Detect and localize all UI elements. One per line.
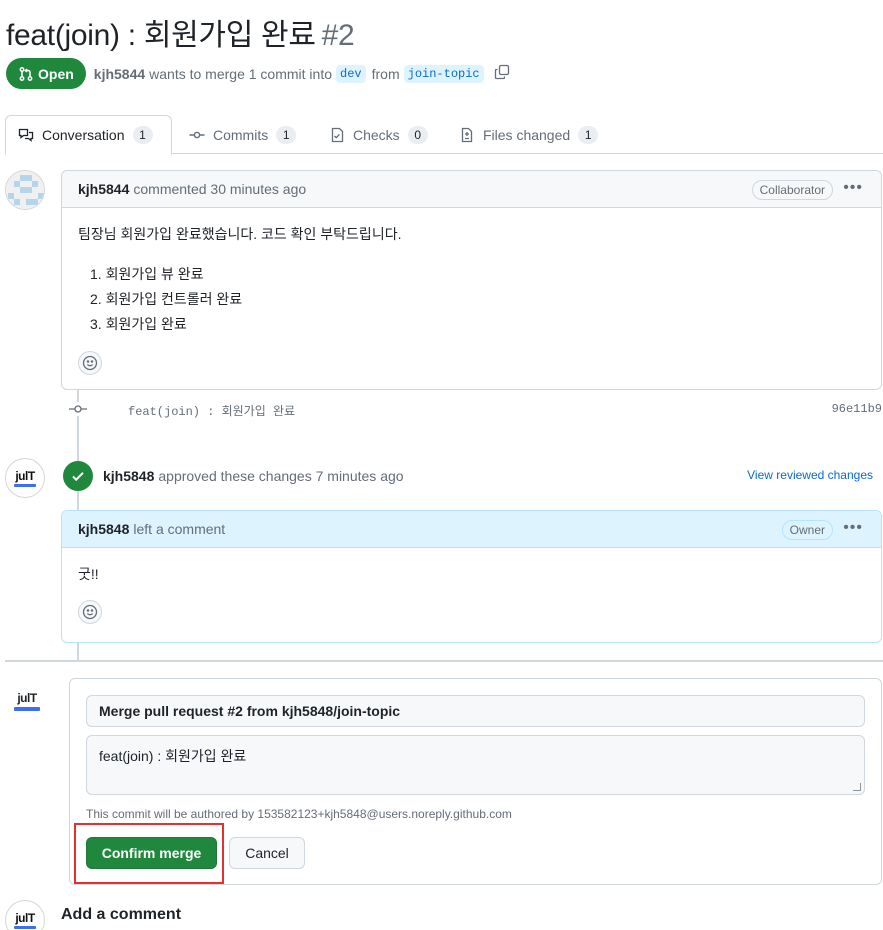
tab-files-changed[interactable]: Files changed 1 — [447, 115, 610, 154]
merge-text: wants to merge 1 commit into — [149, 65, 333, 82]
confirm-merge-button[interactable]: Confirm merge — [86, 837, 217, 869]
tab-conversation[interactable]: Conversation 1 — [5, 115, 172, 155]
commit-row: feat(join) : 회원가입 완료 96e11b9 — [61, 398, 882, 420]
from-text: from — [371, 65, 400, 82]
comment-author[interactable]: kjh5844 — [78, 181, 129, 197]
pr-tabs: Conversation 1 Commits 1 Checks 0 Files … — [5, 115, 883, 155]
avatar[interactable]: julT — [10, 684, 44, 718]
avatar[interactable]: julT — [5, 458, 45, 498]
comment-card: kjh5848 left a comment Owner ••• 굿!! — [61, 510, 882, 643]
check-icon — [63, 461, 93, 491]
git-commit-icon — [189, 131, 205, 138]
commit-message[interactable]: feat(join) : 회원가입 완료 — [128, 402, 295, 419]
comment-header: kjh5848 left a comment Owner ••• — [62, 511, 881, 548]
avatar-logo-text: julT — [15, 468, 35, 483]
comment-text: 팀장님 회원가입 완료했습니다. 코드 확인 부탁드립니다. — [78, 226, 402, 242]
cancel-button[interactable]: Cancel — [229, 837, 305, 869]
review-action: approved these changes 7 minutes ago — [158, 468, 404, 484]
list-item: 2. 회원가입 컨트롤러 완료 — [90, 291, 243, 307]
pr-meta: Open kjh5844 wants to merge 1 commit int… — [6, 58, 510, 89]
list-item: 3. 회원가입 완료 — [90, 316, 187, 332]
comment-body: 팀장님 회원가입 완료했습니다. 코드 확인 부탁드립니다. 1. 회원가입 뷰… — [62, 208, 881, 391]
comment-card: kjh5844 commented 30 minutes ago Collabo… — [61, 170, 882, 390]
avatar-logo-text: julT — [17, 690, 37, 705]
merge-title-value: Merge pull request #2 from kjh5848/join-… — [99, 703, 401, 719]
tab-commits-label: Commits — [213, 126, 269, 143]
state-badge: Open — [6, 58, 86, 89]
review-event: kjh5848 approved these changes 7 minutes… — [61, 460, 882, 492]
identicon-avatar-icon — [6, 171, 44, 209]
add-reaction-button[interactable] — [78, 351, 102, 375]
list-item: 1. 회원가입 뷰 완료 — [90, 266, 204, 282]
comment-action: left a comment — [133, 521, 226, 537]
comment-discussion-icon — [18, 128, 34, 142]
comment-author[interactable]: kjh5848 — [78, 521, 129, 537]
avatar[interactable]: julT — [5, 900, 45, 930]
avatar[interactable] — [5, 170, 45, 210]
comment-header: kjh5844 commented 30 minutes ago Collabo… — [62, 171, 881, 208]
merge-form: Merge pull request #2 from kjh5848/join-… — [69, 678, 882, 885]
kebab-menu-icon[interactable]: ••• — [843, 519, 863, 537]
avatar-logo-bar — [14, 483, 36, 487]
checklist-icon — [331, 127, 344, 142]
comment-list: 1. 회원가입 뷰 완료 2. 회원가입 컨트롤러 완료 3. 회원가입 완료 — [78, 262, 865, 337]
tab-commits-count: 1 — [276, 125, 297, 144]
smiley-icon — [82, 355, 98, 371]
pr-title: feat(join) : 회원가입 완료 #2 — [6, 10, 355, 54]
view-reviewed-changes-link[interactable]: View reviewed changes — [747, 468, 873, 482]
tab-files-changed-count: 1 — [578, 125, 599, 144]
pr-author-link[interactable]: kjh5844 — [94, 66, 145, 82]
timeline-separator — [5, 660, 883, 662]
kebab-menu-icon[interactable]: ••• — [843, 179, 863, 197]
tab-conversation-label: Conversation — [42, 127, 125, 143]
pr-title-text: feat(join) : 회원가입 완료 — [6, 19, 316, 52]
avatar-logo-text: julT — [15, 910, 35, 925]
git-pull-request-icon — [19, 66, 33, 81]
smiley-icon — [82, 604, 98, 620]
tab-commits[interactable]: Commits 1 — [177, 115, 308, 154]
avatar-logo-bar — [14, 706, 40, 711]
pr-number: #2 — [321, 19, 355, 52]
add-comment-heading: Add a comment — [61, 906, 182, 923]
tab-conversation-count: 1 — [132, 126, 153, 144]
tab-checks-count: 0 — [407, 125, 428, 144]
base-branch[interactable]: dev — [336, 64, 366, 83]
comment-action: commented 30 minutes ago — [133, 181, 307, 197]
commit-sha[interactable]: 96e11b9 — [832, 402, 882, 416]
tab-files-changed-label: Files changed — [483, 126, 571, 143]
tab-checks[interactable]: Checks 0 — [317, 115, 440, 154]
file-diff-icon — [461, 127, 473, 142]
state-label: Open — [38, 65, 74, 82]
review-author[interactable]: kjh5848 — [103, 468, 154, 484]
merge-title-input[interactable]: Merge pull request #2 from kjh5848/join-… — [86, 695, 865, 727]
add-reaction-button[interactable] — [78, 600, 102, 624]
role-badge: Owner — [781, 520, 833, 540]
role-badge: Collaborator — [751, 180, 833, 200]
tab-checks-label: Checks — [353, 126, 400, 143]
merge-message-textarea[interactable]: feat(join) : 회원가입 완료 — [86, 735, 865, 795]
merge-message-value: feat(join) : 회원가입 완료 — [99, 748, 247, 764]
head-branch[interactable]: join-topic — [403, 64, 484, 83]
resize-handle-icon[interactable] — [853, 783, 861, 791]
avatar-logo-bar — [14, 925, 36, 929]
copy-icon[interactable] — [494, 64, 510, 83]
comment-body: 굿!! — [62, 548, 881, 640]
comment-text: 굿!! — [78, 566, 99, 582]
author-note: This commit will be authored by 15358212… — [86, 807, 512, 821]
